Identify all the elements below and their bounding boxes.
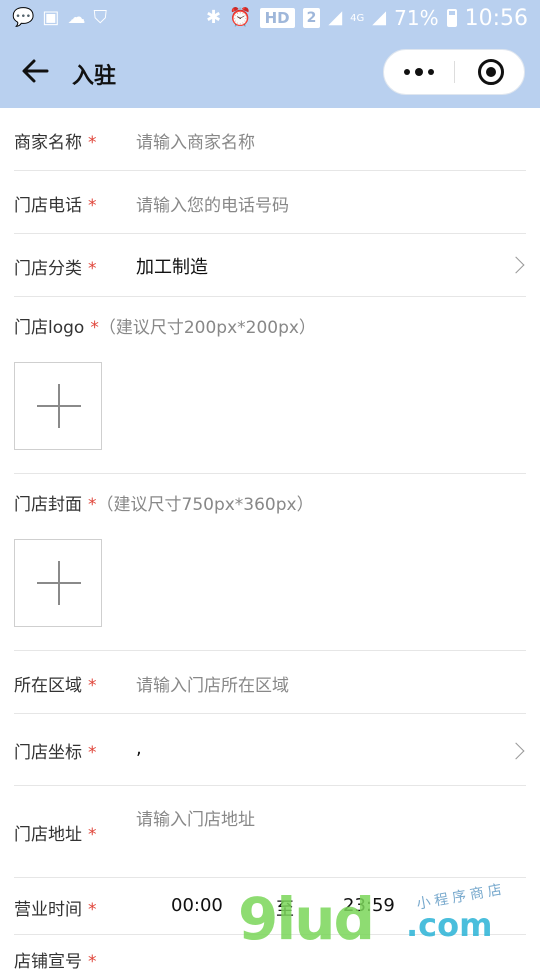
cover-upload-button[interactable] [14,539,102,627]
shield-check-icon: ⛉ [93,7,107,28]
target-circle-icon[interactable] [478,59,504,85]
capsule-menu [383,49,525,95]
required-mark: * [88,196,97,216]
start-time-picker[interactable]: 00:00 [171,895,223,916]
store-phone-input[interactable]: 请输入您的电话号码 [136,191,289,216]
business-hours-label: 营业时间 * [14,900,97,920]
store-phone-label: 门店电话 * [14,196,97,216]
required-mark: * [88,952,97,972]
plus-icon-vertical [58,561,60,605]
time-separator: 至 [276,899,294,920]
store-category-value[interactable]: 加工制造 [136,253,208,279]
coordinates-label: 门店坐标 * [14,743,97,763]
more-dot-center [415,68,423,76]
coordinates-row[interactable]: 门店坐标 * , [14,714,526,786]
merchant-name-label: 商家名称 * [14,133,97,153]
chevron-right-icon [507,256,525,274]
end-time-picker[interactable]: 23:59 [343,895,395,916]
cover-size-hint: （建议尺寸750px*360px） [96,495,314,515]
merchant-name-row: 商家名称 * 请输入商家名称 [14,108,526,171]
store-logo-label: 门店logo *（建议尺寸200px*200px） [14,318,316,338]
chevron-right-icon [507,742,525,760]
store-logo-row: 门店logo *（建议尺寸200px*200px） [14,297,526,474]
app-icon: ☁ [67,7,86,28]
alarm-icon: ⏰ [229,7,252,28]
plus-icon-vertical [58,384,60,428]
region-row: 所在区域 * 请输入门店所在区域 [14,651,526,714]
coordinates-value[interactable]: , [136,738,142,759]
more-dot-right [428,69,434,75]
store-cover-label: 门店封面 *（建议尺寸750px*360px） [14,495,314,515]
network-label: 4G [350,12,365,24]
address-textarea[interactable]: 请输入门店地址 [136,805,255,830]
signal-icon: ◢ [328,7,343,28]
required-mark: * [88,900,97,920]
required-mark: * [88,676,97,696]
region-input[interactable]: 请输入门店所在区域 [136,671,289,696]
hd-badge: HD [259,8,295,28]
required-mark: * [88,259,97,279]
merchant-name-input[interactable]: 请输入商家名称 [136,128,255,153]
store-phone-row: 门店电话 * 请输入您的电话号码 [14,171,526,234]
signal-icon-2: ◢ [372,7,387,28]
required-mark: * [88,495,97,515]
battery-percent: 71% [394,6,439,30]
gallery-icon: ▣ [42,7,60,28]
back-button[interactable] [20,56,54,88]
sim-badge: 2 [302,8,321,28]
settle-form: 商家名称 * 请输入商家名称 门店电话 * 请输入您的电话号码 门店分类 * 加工制造… [0,108,540,975]
more-dots-icon [404,69,410,75]
required-mark: * [88,743,97,763]
arrow-left-icon [22,59,49,83]
address-label: 门店地址 * [14,825,97,845]
battery-icon [446,9,457,27]
wechat-icon: 💬 [12,7,35,28]
more-button[interactable] [384,50,454,94]
status-bar: 💬 ▣ ☁ ⛉ ✱ ⏰ HD 2 ◢ 4G ◢ 71% 10:56 [0,0,540,36]
store-category-row[interactable]: 门店分类 * 加工制造 [14,234,526,297]
logo-size-hint: （建议尺寸200px*200px） [98,318,316,338]
required-mark: * [88,825,97,845]
region-label: 所在区域 * [14,676,97,696]
logo-upload-button[interactable] [14,362,102,450]
clock: 10:56 [464,5,528,31]
bluetooth-icon: ✱ [206,7,222,28]
page-title: 入驻 [72,64,117,89]
store-category-label: 门店分类 * [14,259,97,279]
nav-bar: 入驻 [0,36,540,108]
capsule-divider [454,61,455,83]
address-row: 门店地址 * 请输入门店地址 [14,786,526,878]
store-cover-row: 门店封面 *（建议尺寸750px*360px） [14,474,526,651]
required-mark: * [90,318,99,338]
next-row: 店铺宣号 * [14,935,526,975]
business-hours-row: 营业时间 * 00:00 至 23:59 [14,878,526,935]
required-mark: * [88,133,97,153]
